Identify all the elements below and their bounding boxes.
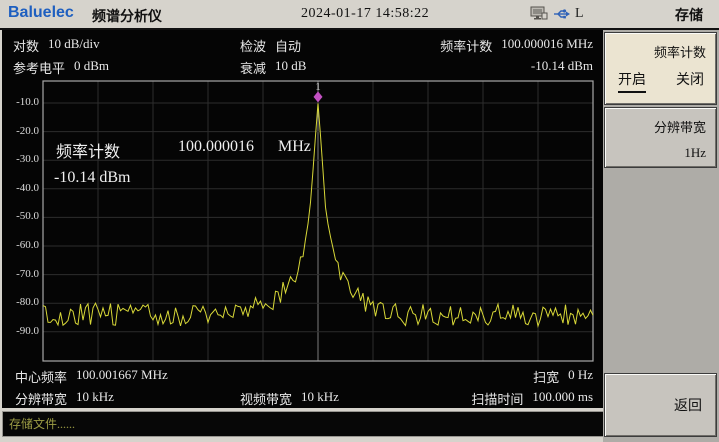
title-bar: Baluelec 频谱分析仪 2024-01-17 14:58:22 L 存储: [0, 0, 719, 30]
remote-lock-indicator: L: [575, 6, 584, 22]
freq-counter-on-option[interactable]: 开启: [618, 69, 646, 93]
y-axis-label: -10.0: [2, 96, 39, 108]
power-annotation: -10.14 dBm: [54, 169, 130, 187]
freq-counter-off-option[interactable]: 关闭: [676, 69, 704, 93]
counter-power-readout: -10.14 dBm: [531, 58, 593, 74]
y-axis-label: -50.0: [2, 210, 39, 222]
scale-readout: 对数10 dB/div: [13, 36, 100, 55]
vbw-readout: 视频带宽10 kHz: [240, 389, 339, 408]
svg-text:1: 1: [315, 81, 321, 93]
softkey-rbw-title: 分辨带宽: [605, 108, 716, 136]
sweep-time-readout: 扫描时间100.000 ms: [471, 389, 593, 408]
status-bar: 存储文件......: [2, 411, 609, 437]
softkey-freq-counter[interactable]: 频率计数 开启 关闭: [604, 32, 717, 105]
y-axis-label: -40.0: [2, 182, 39, 194]
center-freq-readout: 中心频率100.001667 MHz: [15, 367, 168, 386]
softkey-back-button[interactable]: 返回: [604, 373, 717, 437]
freq-counter-annotation: 频率计数 100.000016 MHz: [56, 138, 311, 162]
display-panel: 1 对数10 dB/div 检波自动 频率计数100.000016 MHz 参考…: [2, 30, 605, 408]
softkey-freq-counter-title: 频率计数: [605, 33, 716, 61]
span-readout: 扫宽0 Hz: [533, 367, 593, 386]
app-title: 频谱分析仪: [92, 6, 162, 26]
y-axis-label: -70.0: [2, 268, 39, 280]
ref-level-readout: 参考电平0 dBm: [13, 58, 109, 77]
rbw-readout: 分辨带宽10 kHz: [15, 389, 114, 408]
softkey-resolution-bandwidth[interactable]: 分辨带宽 1Hz: [604, 107, 717, 168]
y-axis-label: -60.0: [2, 239, 39, 251]
y-axis-label: -20.0: [2, 125, 39, 137]
spectrum-chart: 1: [2, 30, 605, 408]
usb-icon: [553, 7, 570, 25]
softkey-rbw-value: 1Hz: [605, 136, 716, 161]
attenuation-readout: 衰减10 dB: [240, 58, 306, 77]
datetime: 2024-01-17 14:58:22: [301, 6, 429, 22]
detector-readout: 检波自动: [240, 36, 301, 55]
y-axis-label: -90.0: [2, 325, 39, 337]
brand-logo: Baluelec: [8, 4, 74, 22]
y-axis-label: -80.0: [2, 296, 39, 308]
active-menu-title: 存储: [675, 5, 703, 25]
screenshot-icon: [530, 5, 548, 26]
counter-readout: 频率计数100.000016 MHz: [440, 36, 593, 55]
y-axis-label: -30.0: [2, 153, 39, 165]
